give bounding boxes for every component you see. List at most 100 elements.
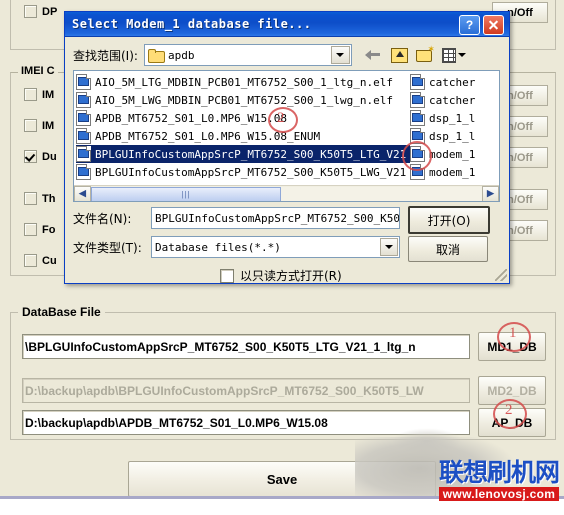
- du-checkbox[interactable]: [24, 150, 37, 163]
- file-name: dsp_1_l: [429, 111, 476, 125]
- open-button[interactable]: 打开(O): [408, 206, 490, 234]
- file-type-value: Database files(*.*): [155, 240, 281, 254]
- look-in-value: apdb: [167, 48, 195, 62]
- list-item[interactable]: APDB_MT6752_S01_L0.MP6_W15.08_ENUM: [76, 127, 410, 145]
- imei-group-title: IMEI C: [18, 65, 58, 77]
- file-name-input[interactable]: BPLGUInfoCustomAppSrcP_MT6752_S00_K50T5: [151, 207, 400, 229]
- list-item[interactable]: APDB_MT6752_S01_L0.MP6_W15.08: [76, 109, 410, 127]
- fo-label: Fo: [42, 223, 56, 236]
- list-item[interactable]: dsp_1_l: [410, 109, 499, 127]
- chevron-down-icon[interactable]: [380, 238, 398, 256]
- file-icon: [410, 110, 425, 126]
- readonly-label: 以只读方式打开(R): [240, 269, 342, 283]
- file-icon: [410, 146, 425, 162]
- horizontal-scrollbar[interactable]: ◀ ||| ▶: [74, 185, 499, 201]
- folder-icon: [147, 48, 165, 63]
- file-icon: [76, 92, 91, 108]
- onoff-label-3: n/Off: [507, 151, 533, 164]
- list-item[interactable]: catcher: [410, 91, 499, 109]
- database-file-group-title: DataBase File: [18, 305, 105, 319]
- list-item-selected[interactable]: BPLGUInfoCustomAppSrcP_MT6752_S00_K50T5_…: [76, 145, 410, 163]
- im1-checkbox[interactable]: [24, 88, 37, 101]
- file-name: catcher: [429, 93, 476, 107]
- readonly-checkbox-row[interactable]: 以只读方式打开(R): [220, 267, 342, 284]
- checkbox-row-du[interactable]: Du: [24, 150, 57, 163]
- list-item[interactable]: modem_1: [410, 163, 499, 181]
- resize-grip[interactable]: [495, 269, 507, 281]
- im1-label: IM: [42, 88, 55, 101]
- views-icon[interactable]: [441, 46, 466, 64]
- du-label: Du: [42, 150, 57, 163]
- new-folder-icon[interactable]: [415, 44, 435, 64]
- checkbox-row-dp[interactable]: DP: [24, 5, 57, 18]
- cancel-button[interactable]: 取消: [408, 236, 488, 262]
- file-icon: [76, 164, 91, 180]
- checkbox-row-th[interactable]: Th: [24, 192, 55, 205]
- scrollbar-track[interactable]: |||: [91, 186, 482, 201]
- ap-db-button[interactable]: AP_DB: [478, 408, 546, 437]
- database-row-md1: \BPLGUInfoCustomAppSrcP_MT6752_S00_K50T5…: [22, 332, 546, 361]
- look-in-label: 查找范围(I):: [73, 48, 138, 63]
- save-button[interactable]: Save: [128, 461, 436, 497]
- file-name: BPLGUInfoCustomAppSrcP_MT6752_S00_K50T5_…: [95, 147, 406, 161]
- file-name: AIO_5M_LWG_MDBIN_PCB01_MT6752_S00_1_lwg_…: [95, 93, 394, 107]
- file-icon: [410, 92, 425, 108]
- scrollbar-thumb[interactable]: |||: [91, 186, 281, 201]
- close-icon[interactable]: [483, 15, 504, 35]
- file-icon: [76, 128, 91, 144]
- file-icon: [410, 164, 425, 180]
- im2-label: IM: [42, 119, 55, 132]
- file-icon: [410, 74, 425, 90]
- database-row-md2: D:\backup\apdb\BPLGUInfoCustomAppSrcP_MT…: [22, 376, 546, 405]
- fo-checkbox[interactable]: [24, 223, 37, 236]
- md2-db-path-input: D:\backup\apdb\BPLGUInfoCustomAppSrcP_MT…: [22, 378, 470, 403]
- md1-db-button[interactable]: MD1_DB: [478, 332, 546, 361]
- list-item[interactable]: modem_1: [410, 145, 499, 163]
- file-list-items: AIO_5M_LTG_MDBIN_PCB01_MT6752_S00_1_ltg_…: [74, 71, 499, 186]
- onoff-label-4: n/Off: [507, 193, 533, 206]
- list-item[interactable]: dsp_1_l: [410, 127, 499, 145]
- scroll-left-icon[interactable]: ◀: [74, 185, 91, 201]
- chevron-down-icon[interactable]: [330, 46, 350, 64]
- onoff-label-1: n/Off: [507, 89, 533, 102]
- list-item[interactable]: AIO_5M_LWG_MDBIN_PCB01_MT6752_S00_1_lwg_…: [76, 91, 410, 109]
- dp-label: DP: [42, 5, 58, 18]
- list-item[interactable]: catcher: [410, 73, 499, 91]
- file-name: APDB_MT6752_S01_L0.MP6_W15.08: [95, 111, 288, 125]
- file-open-dialog: Select Modem_1 database file... ? 查找范围(I…: [64, 11, 510, 284]
- file-name: modem_1: [429, 165, 476, 179]
- file-icon: [410, 128, 425, 144]
- file-name: APDB_MT6752_S01_L0.MP6_W15.08_ENUM: [95, 129, 321, 143]
- file-icon: [76, 74, 91, 90]
- file-name: BPLGUInfoCustomAppSrcP_MT6752_S00_K50T5_…: [95, 165, 406, 179]
- file-type-combobox[interactable]: Database files(*.*): [151, 236, 400, 258]
- checkbox-row-cu[interactable]: Cu: [24, 254, 57, 267]
- up-one-level-icon[interactable]: [390, 46, 409, 64]
- dialog-toolbar: [364, 44, 466, 64]
- dp-checkbox[interactable]: [24, 5, 37, 18]
- help-icon[interactable]: ?: [459, 15, 480, 35]
- checkbox-row-fo[interactable]: Fo: [24, 223, 55, 236]
- im2-checkbox[interactable]: [24, 119, 37, 132]
- back-icon[interactable]: [364, 46, 383, 64]
- checkbox-row-im-1[interactable]: IM: [24, 88, 54, 101]
- ap-db-path-input[interactable]: D:\backup\apdb\APDB_MT6752_S01_L0.MP6_W1…: [22, 410, 470, 435]
- file-list[interactable]: AIO_5M_LTG_MDBIN_PCB01_MT6752_S00_1_ltg_…: [73, 70, 500, 202]
- list-item[interactable]: BPLGUInfoCustomAppSrcP_MT6752_S00_K50T5_…: [76, 163, 410, 181]
- th-checkbox[interactable]: [24, 192, 37, 205]
- file-icon: [76, 110, 91, 126]
- onoff-label-0: n/Off: [507, 6, 533, 19]
- scroll-right-icon[interactable]: ▶: [482, 185, 499, 201]
- dialog-titlebar[interactable]: Select Modem_1 database file... ?: [65, 12, 509, 37]
- readonly-checkbox[interactable]: [220, 268, 234, 283]
- cu-checkbox[interactable]: [24, 254, 37, 267]
- file-name: AIO_5M_LTG_MDBIN_PCB01_MT6752_S00_1_ltg_…: [95, 75, 394, 89]
- file-type-label: 文件类型(T):: [73, 241, 142, 255]
- md1-db-path-input[interactable]: \BPLGUInfoCustomAppSrcP_MT6752_S00_K50T5…: [22, 334, 470, 359]
- md2-db-button: MD2_DB: [478, 376, 546, 405]
- list-item[interactable]: AIO_5M_LTG_MDBIN_PCB01_MT6752_S00_1_ltg_…: [76, 73, 410, 91]
- look-in-combobox[interactable]: apdb: [143, 44, 352, 66]
- onoff-label-2: n/Off: [507, 120, 533, 133]
- database-row-ap: D:\backup\apdb\APDB_MT6752_S01_L0.MP6_W1…: [22, 408, 546, 437]
- checkbox-row-im-2[interactable]: IM: [24, 119, 54, 132]
